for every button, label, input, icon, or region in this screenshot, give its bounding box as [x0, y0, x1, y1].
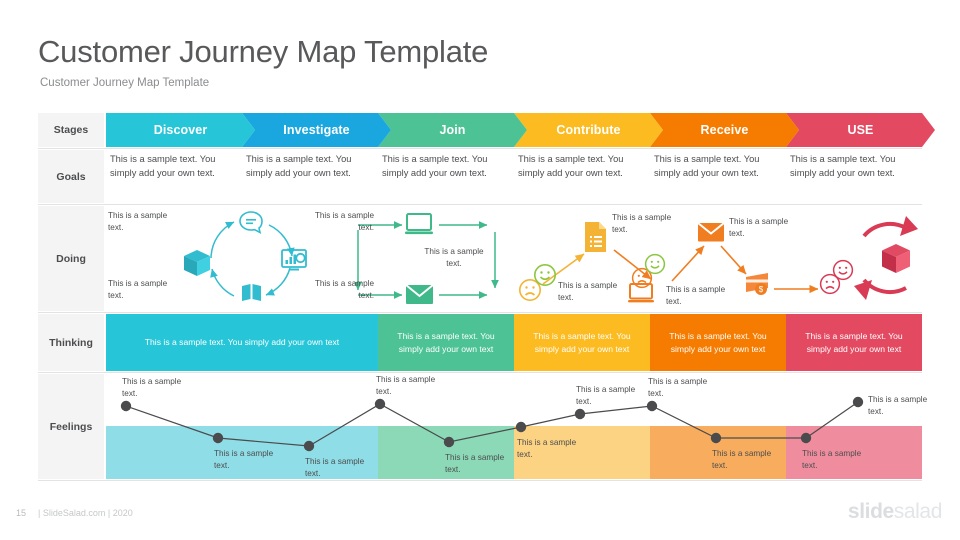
feelings-data-point[interactable]: [443, 436, 455, 448]
goal-cell: This is a sample text. You simply add yo…: [246, 154, 352, 178]
doing-text-label: This is a sample text.: [729, 217, 789, 238]
doing-text-label: This is a sample text.: [424, 247, 484, 268]
feelings-trend-line: [125, 401, 859, 447]
doing-text-label: This is a sample text.: [314, 279, 374, 300]
feelings-text-label: This is a sample text.: [122, 377, 182, 398]
divider: [38, 312, 922, 313]
thinking-cell[interactable]: This is a sample text. You simply add yo…: [106, 314, 378, 371]
stage-label: USE: [847, 123, 874, 137]
row-label-goals: Goals: [38, 150, 104, 203]
feelings-data-point[interactable]: [515, 421, 527, 433]
feelings-text-label: This is a sample text.: [214, 449, 274, 470]
stage-chevron-investigate[interactable]: Investigate: [242, 113, 391, 147]
credit-card-icon: $: [746, 273, 768, 295]
stages-band: Discover Investigate Join Contribute Receive…: [106, 113, 922, 147]
feelings-text-label: This is a sample text.: [648, 377, 708, 398]
logo-light: salad: [893, 500, 943, 523]
goal-cell: This is a sample text. You simply add yo…: [654, 154, 760, 178]
row-label-stages: Stages: [38, 113, 104, 147]
box-3d-icon: [184, 250, 210, 276]
slide: Customer Journey Map Template Customer J…: [0, 0, 960, 540]
feelings-text-label: This is a sample text.: [802, 449, 862, 470]
stage-label: Join: [439, 123, 466, 137]
feelings-data-point[interactable]: [212, 432, 224, 444]
document-list-icon: [585, 222, 606, 252]
feelings-text-label: This is a sample text.: [712, 449, 772, 470]
page-subtitle: Customer Journey Map Template: [40, 77, 210, 89]
row-label-feelings: Feelings: [38, 374, 104, 479]
stage-chevron-receive[interactable]: Receive: [650, 113, 799, 147]
goal-cell: This is a sample text. You simply add yo…: [518, 154, 624, 178]
speech-bubble-icon: [239, 211, 263, 235]
red-arrow-head: [854, 280, 872, 300]
feelings-text-label: This is a sample text.: [576, 385, 636, 406]
stage-label: Receive: [700, 123, 749, 137]
doing-text-label: This is a sample text.: [666, 285, 726, 306]
feelings-area: This is a sample text. This is a sample t…: [106, 374, 927, 479]
feelings-data-point[interactable]: [303, 440, 315, 452]
feelings-text-label: This is a sample text.: [868, 395, 928, 416]
thinking-cell[interactable]: This is a sample text. You simply add yo…: [514, 314, 650, 371]
feelings-data-point[interactable]: [374, 398, 386, 410]
divider: [38, 372, 922, 373]
thinking-cell[interactable]: This is a sample text. You simply add yo…: [650, 314, 786, 371]
row-label-doing: Doing: [38, 206, 104, 311]
thinking-cell[interactable]: This is a sample text. You simply add yo…: [378, 314, 514, 371]
stage-chevron-discover[interactable]: Discover: [106, 113, 255, 147]
doing-text-label: This is a sample text.: [558, 281, 618, 302]
envelope-icon: [405, 284, 434, 304]
feelings-data-point[interactable]: [120, 400, 132, 412]
feelings-data-point[interactable]: [800, 432, 812, 444]
laptop-icon: [405, 213, 433, 235]
feelings-data-point[interactable]: [710, 432, 722, 444]
divider: [38, 480, 922, 481]
logo-bold: slide: [847, 500, 894, 523]
feelings-text-label: This is a sample text.: [445, 453, 505, 474]
feelings-data-point[interactable]: [646, 400, 658, 412]
feelings-text-label: This is a sample text.: [305, 457, 365, 478]
teal-cycle-arrows: [210, 221, 295, 297]
goal-cell: This is a sample text. You simply add yo…: [382, 154, 488, 178]
book-icon: [242, 284, 261, 301]
doing-diagram: $: [184, 211, 918, 304]
footer-credit: | SlideSalad.com | 2020: [38, 508, 133, 518]
feelings-text-label: This is a sample text.: [376, 375, 436, 396]
row-label-thinking: Thinking: [38, 314, 104, 371]
doing-area: $ This is a sample text. This is a sampl…: [106, 206, 922, 311]
slidesalad-logo: slidesalad: [848, 500, 942, 524]
svg-text:$: $: [759, 285, 764, 294]
stage-chevron-use[interactable]: USE: [786, 113, 935, 147]
feelings-data-point[interactable]: [574, 408, 586, 420]
page-number: 15: [16, 508, 27, 518]
stage-label: Contribute: [556, 123, 621, 137]
orange-flow-arrows: [613, 245, 819, 294]
stage-chevron-join[interactable]: Join: [378, 113, 527, 147]
stage-label: Investigate: [283, 123, 350, 137]
box-3d-red-icon: [882, 244, 910, 273]
page-title: Customer Journey Map Template: [38, 34, 489, 69]
divider: [38, 148, 922, 149]
doing-text-label: This is a sample text.: [612, 213, 672, 234]
goal-cell: This is a sample text. You simply add yo…: [790, 154, 896, 178]
thinking-cell[interactable]: This is a sample text. You simply add yo…: [786, 314, 922, 371]
feelings-data-point[interactable]: [852, 396, 864, 408]
doing-text-label: This is a sample text.: [108, 279, 168, 300]
happy-face-icon: [644, 253, 666, 275]
doing-text-label: This is a sample text.: [108, 211, 168, 232]
stage-label: Discover: [153, 123, 208, 137]
doing-text-label: This is a sample text.: [314, 211, 374, 232]
sad-face-icon: [519, 279, 541, 301]
divider: [38, 204, 922, 205]
stage-chevron-contribute[interactable]: Contribute: [514, 113, 663, 147]
happy-face-icon: [832, 259, 854, 281]
monitor-chart-icon: [281, 249, 307, 271]
goal-cell: This is a sample text. You simply add yo…: [110, 154, 216, 178]
feelings-text-label: This is a sample text.: [517, 438, 577, 459]
envelope-orange-icon: [697, 222, 725, 242]
